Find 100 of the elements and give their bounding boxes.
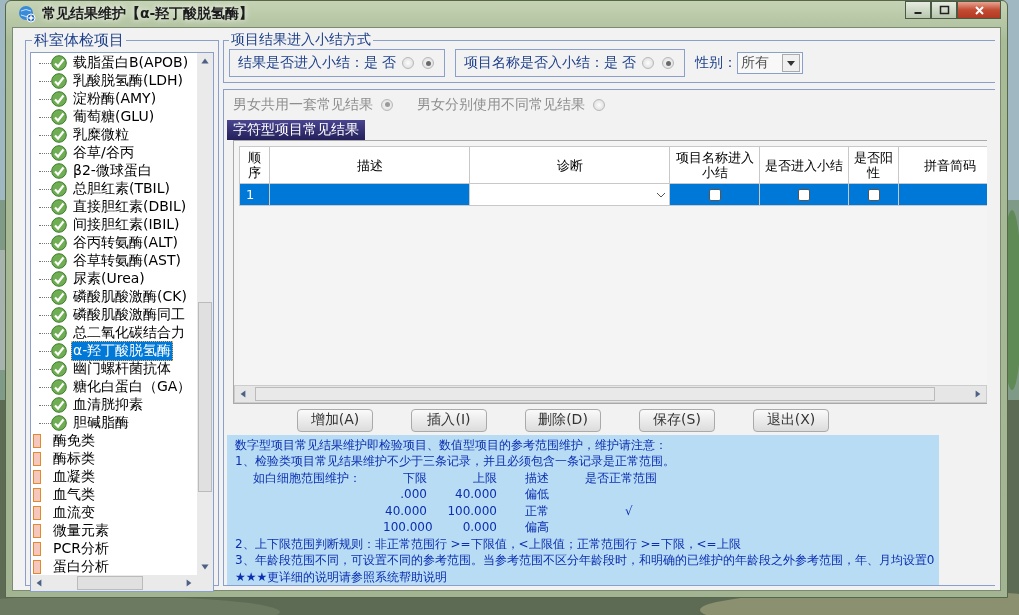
book-icon — [33, 434, 41, 448]
action-button[interactable]: 增加(A) — [297, 408, 373, 432]
tree-item[interactable]: 酶免类 — [51, 431, 97, 451]
book-icon — [33, 560, 41, 574]
example-value: 100.000 — [383, 519, 431, 536]
action-button[interactable]: 退出(X) — [753, 408, 829, 432]
example-value: 40.000 — [384, 502, 428, 519]
notes-text: 数字型项目常见结果维护即检验项目、数值型项目的参考范围维护，维护请注意： — [235, 436, 668, 453]
tree-item[interactable]: 血凝类 — [51, 467, 97, 487]
maximize-button[interactable] — [931, 1, 957, 19]
book-icon — [33, 524, 41, 538]
close-button[interactable] — [957, 1, 1001, 19]
tree-item[interactable]: 胆碱脂酶 — [71, 413, 131, 433]
action-button[interactable]: 插入(I) — [411, 408, 487, 432]
minimize-button[interactable] — [905, 1, 931, 19]
tree-item[interactable]: 淀粉酶(AMY) — [71, 89, 159, 109]
notes-text: 2、上下限范围判断规则：非正常范围行 >=下限值，<上限值；正常范围行 >=下限，<=上限 — [235, 535, 742, 552]
check-icon — [51, 307, 67, 323]
tree-item[interactable]: 幽门螺杆菌抗体 — [71, 359, 173, 379]
tree-item[interactable]: 蛋白分析 — [51, 557, 111, 575]
tree-item[interactable]: 乳糜微粒 — [71, 125, 131, 145]
tree-item[interactable]: 总二氧化碳结合力 — [71, 323, 187, 343]
option-label: 男女共用一套常见结果 — [233, 95, 373, 114]
tree-item[interactable]: α-羟丁酸脱氢酶 — [71, 341, 174, 361]
radio-button[interactable] — [662, 57, 674, 69]
setting-label: 结果是否进入小结：是 — [238, 54, 378, 72]
tree-item[interactable]: 血清胱抑素 — [71, 395, 145, 415]
check-icon — [51, 289, 67, 305]
book-icon — [33, 542, 41, 556]
check-icon — [51, 271, 67, 287]
tree-item[interactable]: β2-微球蛋白 — [71, 161, 154, 181]
example-value: 偏低 — [524, 486, 550, 503]
tree-item[interactable]: 血气类 — [51, 485, 97, 505]
radio-button[interactable] — [422, 57, 434, 69]
example-header: 下限 — [402, 469, 428, 486]
check-icon — [51, 379, 67, 395]
tree-item[interactable]: 葡萄糖(GLU) — [71, 107, 157, 127]
example-value: 40.000 — [454, 486, 498, 503]
group-title: 科室体检项目 — [33, 31, 125, 50]
close-icon — [973, 4, 985, 16]
tree-item[interactable]: 糖化白蛋白（GA） — [71, 377, 194, 397]
checkbox[interactable] — [867, 188, 880, 201]
minimize-icon — [914, 12, 922, 14]
check-icon — [51, 325, 67, 341]
tree-item[interactable]: 直接胆红素(DBIL) — [71, 197, 189, 217]
book-icon — [33, 452, 41, 466]
tree-item[interactable]: 载脂蛋白B(APOB) — [71, 53, 191, 73]
gender-label: 性别： — [695, 54, 737, 72]
option-label: 否 — [622, 54, 636, 72]
notes-text: 1、检验类项目常见结果维护不少于三条记录，并且必须包含一条记录是正常范围。 — [235, 453, 676, 470]
example-value: 0.000 — [461, 519, 498, 536]
radio-button[interactable] — [381, 98, 393, 111]
globe-icon — [18, 5, 36, 23]
tree-item[interactable]: 磷酸肌酸激酶同工 — [71, 305, 187, 325]
tree-item[interactable]: 微量元素 — [51, 521, 111, 541]
example-header: 是否正常范围 — [585, 469, 658, 486]
setting-label: 项目名称是否入小结：是 — [464, 54, 618, 72]
tree-item[interactable]: 血流变 — [51, 503, 97, 523]
tree-item[interactable]: 谷丙转氨酶(ALT) — [71, 233, 180, 253]
action-button[interactable]: 保存(S) — [639, 408, 715, 432]
window-title: 常见结果维护【α-羟丁酸脱氢酶】 — [42, 5, 255, 23]
column-header: 是否进入小结 — [759, 146, 849, 184]
column-header: 项目名称进入小结 — [669, 146, 760, 184]
tree-item[interactable]: 谷草/谷丙 — [71, 143, 136, 163]
tab[interactable]: 字符型项目常见结果 — [227, 120, 365, 141]
check-icon — [51, 55, 67, 71]
horizontal-scrollbar[interactable] — [234, 384, 987, 403]
check-icon — [51, 343, 67, 359]
example-value: 正常 — [524, 502, 550, 519]
radio-button[interactable] — [402, 57, 414, 69]
table-cell: 1 — [239, 183, 270, 206]
notes-text: 3、年龄段范围不同，可设置不同的参考范围。当参考范围不区分年龄段时，和明确的已维护的年龄段之外参考范围，年、月均设置0 — [235, 552, 936, 569]
chevron-down-icon — [656, 191, 666, 198]
example-value: 100.000 — [446, 502, 498, 519]
column-header: 顺序 — [239, 146, 270, 184]
example-header: 上限 — [472, 469, 498, 486]
checkbox[interactable] — [798, 188, 810, 201]
tree-item[interactable]: 间接胆红素(IBIL) — [71, 215, 182, 235]
tree-item[interactable]: 酶标类 — [51, 449, 97, 469]
checkbox[interactable] — [708, 188, 721, 201]
check-icon — [51, 163, 67, 179]
tree-item[interactable]: PCR分析 — [51, 539, 111, 559]
check-mark: √ — [625, 503, 633, 518]
radio-button[interactable] — [593, 98, 605, 111]
tree-item[interactable]: 谷草转氨酶(AST) — [71, 251, 183, 271]
example-header: 描述 — [524, 469, 550, 486]
caret-icon — [787, 60, 795, 66]
table-row[interactable]: 1 — [239, 183, 987, 206]
check-icon — [51, 397, 67, 413]
book-icon — [33, 506, 41, 520]
tree-view[interactable] — [30, 52, 214, 592]
gender-dropdown[interactable]: 所有 — [737, 52, 803, 74]
tree-item[interactable]: 尿素(Urea) — [71, 269, 147, 289]
tree-item[interactable]: 总胆红素(TBIL) — [71, 179, 172, 199]
check-icon — [51, 109, 67, 125]
tree-item[interactable]: 乳酸脱氢酶(LDH) — [71, 71, 186, 91]
action-button[interactable]: 删除(D) — [525, 408, 601, 432]
tree-item[interactable]: 磷酸肌酸激酶(CK) — [71, 287, 189, 307]
radio-button[interactable] — [642, 57, 654, 69]
check-icon — [51, 91, 67, 107]
